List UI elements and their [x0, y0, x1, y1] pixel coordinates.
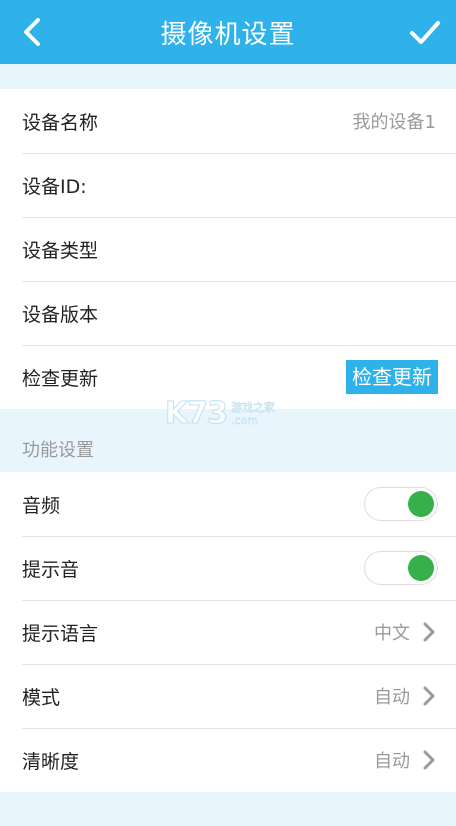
chevron-left-icon[interactable]: [18, 14, 48, 50]
audio-toggle-knob: [408, 491, 434, 517]
feature-settings-group: 音频 提示音 提示语言 中文 模式 自动 清晰度 自动: [0, 472, 456, 792]
mode-row[interactable]: 模式 自动: [0, 664, 456, 728]
device-type-label: 设备类型: [22, 239, 99, 262]
watermark-domain: .com: [231, 413, 258, 427]
prompt-sound-toggle[interactable]: [364, 551, 438, 585]
audio-row: 音频: [0, 472, 456, 536]
device-id-row: 设备ID:: [0, 153, 456, 217]
prompt-language-row[interactable]: 提示语言 中文: [0, 600, 456, 664]
device-name-value: 我的设备1: [352, 112, 436, 133]
check-update-button[interactable]: 检查更新: [346, 360, 438, 394]
device-version-row: 设备版本: [0, 281, 456, 345]
prompt-sound-toggle-knob: [408, 555, 434, 581]
chevron-right-icon: [423, 622, 435, 642]
clarity-label: 清晰度: [22, 750, 80, 773]
page-title: 摄像机设置: [160, 19, 296, 50]
watermark-text: 游戏之家: [231, 400, 275, 414]
mode-value: 自动: [374, 687, 410, 708]
top-spacer: [0, 64, 456, 89]
device-name-label: 设备名称: [22, 111, 99, 134]
chevron-right-icon: [423, 686, 435, 706]
check-icon[interactable]: [408, 14, 442, 50]
app-header: 摄像机设置: [0, 0, 456, 64]
prompt-language-value: 中文: [374, 623, 410, 644]
watermark-logo: K73: [165, 396, 229, 432]
clarity-row[interactable]: 清晰度 自动: [0, 728, 456, 792]
audio-toggle[interactable]: [364, 487, 438, 521]
device-id-label: 设备ID:: [22, 175, 87, 198]
check-update-label: 检查更新: [22, 367, 99, 390]
device-version-label: 设备版本: [22, 303, 99, 326]
prompt-language-label: 提示语言: [22, 622, 99, 645]
clarity-value: 自动: [374, 751, 410, 772]
chevron-right-icon: [423, 750, 435, 770]
device-info-group: 设备名称 我的设备1 设备ID: 设备类型 设备版本 检查更新 检查更新: [0, 89, 456, 409]
device-type-row: 设备类型: [0, 217, 456, 281]
prompt-sound-row: 提示音: [0, 536, 456, 600]
mode-label: 模式: [22, 686, 61, 709]
prompt-sound-label: 提示音: [22, 558, 80, 581]
feature-section-title: 功能设置: [22, 440, 94, 461]
bottom-spacer: [0, 792, 456, 826]
site-watermark: K73 游戏之家 .com: [165, 396, 276, 432]
audio-label: 音频: [22, 494, 61, 517]
device-name-row[interactable]: 设备名称 我的设备1: [0, 89, 456, 153]
